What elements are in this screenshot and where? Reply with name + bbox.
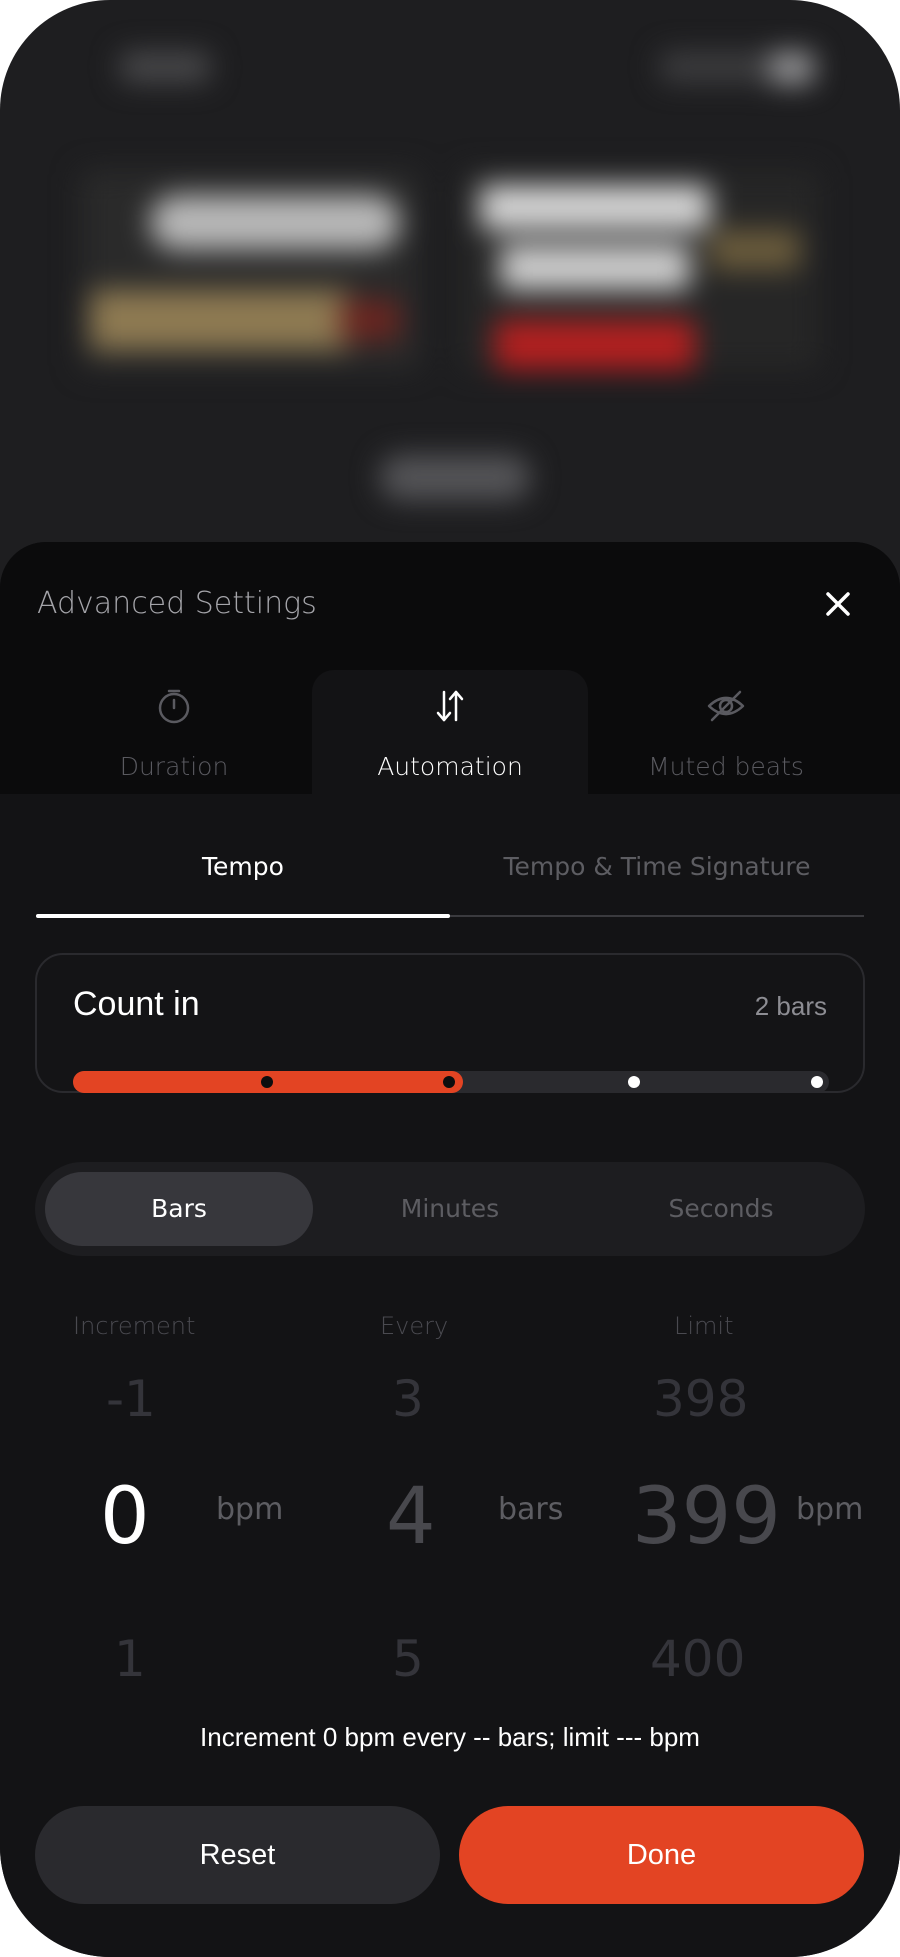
- count-in-slider[interactable]: [73, 1071, 829, 1093]
- tab-muted-beats-label: Muted beats: [648, 752, 804, 781]
- stopwatch-icon: [158, 689, 190, 724]
- segment-bars[interactable]: Bars: [45, 1172, 313, 1246]
- every-unit: bars: [498, 1492, 564, 1527]
- limit-option-below[interactable]: 400: [650, 1630, 745, 1688]
- limit-label: Limit: [674, 1312, 734, 1340]
- increment-option-below[interactable]: 1: [114, 1630, 146, 1688]
- subtab-tempo-label: Tempo: [202, 852, 284, 881]
- count-in-value: 2 bars: [754, 991, 827, 1021]
- tab-duration-label: Duration: [119, 752, 229, 781]
- every-label: Every: [380, 1312, 449, 1340]
- blurred-background-app: [0, 0, 900, 560]
- automation-summary: Increment 0 bpm every -- bars; limit ---…: [200, 1722, 700, 1752]
- count-in-step-dot: [628, 1076, 640, 1088]
- increment-value[interactable]: 0: [100, 1472, 150, 1562]
- every-value[interactable]: 4: [386, 1472, 436, 1562]
- subtab-tempo-time-signature-label: Tempo & Time Signature: [503, 852, 811, 881]
- tab-muted-beats[interactable]: Muted beats: [588, 670, 864, 794]
- increment-option-above[interactable]: -1: [106, 1370, 156, 1428]
- close-button[interactable]: [818, 584, 858, 624]
- count-in-step-dot: [443, 1076, 455, 1088]
- brand-logo: [150, 195, 400, 250]
- count-in-step-dot: [811, 1076, 823, 1088]
- promo-cta-button: [495, 320, 695, 370]
- battery-icon: [770, 52, 814, 84]
- done-button[interactable]: Done: [459, 1806, 864, 1904]
- limit-option-above[interactable]: 398: [653, 1370, 748, 1428]
- advanced-settings-sheet: Advanced Settings Duration Automation Mu…: [0, 542, 900, 1957]
- unit-segmented-control: Bars Minutes Seconds: [35, 1162, 865, 1256]
- increment-unit: bpm: [216, 1492, 284, 1527]
- segment-minutes[interactable]: Minutes: [316, 1172, 584, 1246]
- promo-subtext: [380, 455, 530, 500]
- limit-unit: bpm: [796, 1492, 864, 1527]
- promo-amp-accent: [340, 300, 400, 340]
- increment-label: Increment: [73, 1312, 196, 1340]
- reset-button[interactable]: Reset: [35, 1806, 440, 1904]
- promo-amp-image: [90, 290, 350, 350]
- promo-headline-line2: [500, 245, 690, 290]
- limit-value[interactable]: 399: [632, 1472, 781, 1562]
- close-icon: [826, 592, 850, 616]
- swap-vertical-icon: [436, 690, 464, 722]
- promo-headline-line1: [480, 185, 710, 230]
- every-option-below[interactable]: 5: [392, 1630, 424, 1688]
- eye-off-icon: [707, 690, 745, 722]
- sheet-title: Advanced Settings: [37, 586, 317, 621]
- segment-seconds[interactable]: Seconds: [587, 1172, 855, 1246]
- count-in-card: Count in 2 bars: [35, 953, 865, 1093]
- promo-product-image: [710, 230, 800, 270]
- tab-automation-label: Automation: [377, 752, 523, 781]
- tab-duration[interactable]: Duration: [36, 670, 312, 794]
- subtab-tempo-time-signature[interactable]: Tempo & Time Signature: [450, 852, 864, 922]
- count-in-step-dot: [261, 1076, 273, 1088]
- subtab-active-indicator: [36, 914, 450, 918]
- subtab-tempo[interactable]: Tempo: [36, 852, 450, 922]
- every-option-above[interactable]: 3: [392, 1370, 424, 1428]
- tab-automation[interactable]: Automation: [312, 670, 588, 794]
- count-in-title: Count in: [73, 985, 200, 1023]
- status-bar-time: [120, 52, 210, 82]
- phone-screen: Advanced Settings Duration Automation Mu…: [0, 0, 900, 1957]
